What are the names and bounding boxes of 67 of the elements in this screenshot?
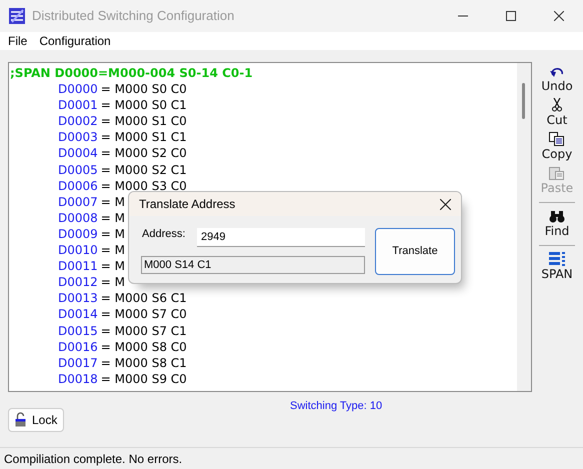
- toolbar-button[interactable]: Undo: [541, 62, 573, 94]
- address-text: D0012: [58, 274, 98, 290]
- address-text: D0008: [58, 210, 98, 226]
- close-icon[interactable]: [440, 198, 451, 210]
- mapping-text: = M: [100, 242, 126, 258]
- address-text: D0013: [58, 290, 98, 306]
- address-text: D0006: [58, 178, 98, 194]
- menu-item[interactable]: Configuration: [33, 32, 117, 50]
- dialog-title: Translate Address: [139, 196, 236, 213]
- address-text: D0002: [58, 113, 98, 130]
- address-text: D0009: [58, 226, 98, 242]
- mapping-text: = M000 S3 C0: [100, 178, 187, 194]
- menu-item[interactable]: File: [2, 32, 34, 50]
- address-text: D0004: [58, 145, 98, 162]
- copy-pages-icon: [549, 132, 564, 146]
- address-label: Address:: [142, 227, 186, 242]
- scrollbar[interactable]: [517, 63, 531, 391]
- address-text: D0014: [58, 306, 98, 322]
- address-text: D0010: [58, 242, 98, 258]
- undo-arrow-icon: [550, 68, 564, 78]
- address-text: D0003: [58, 129, 98, 146]
- mapping-text: = M000 S1 C0: [100, 113, 187, 130]
- switching-type-label: Switching Type: 10: [290, 399, 382, 414]
- padlock-icon: [15, 412, 26, 427]
- address-text: D0005: [58, 162, 98, 178]
- mapping-text: = M000 S0 C1: [100, 97, 187, 114]
- status-text: Compiliation complete. No errors.: [4, 450, 182, 468]
- mapping-text: = M000 S1 C1: [100, 129, 187, 146]
- toolbar-button[interactable]: SPAN: [541, 250, 573, 282]
- mapping-text: = M000 S0 C0: [100, 81, 187, 98]
- address-text: D0001: [58, 97, 98, 114]
- toolbar-button[interactable]: Find: [544, 207, 570, 239]
- lock-button[interactable]: Lock: [8, 408, 64, 432]
- binoculars-icon: [549, 210, 565, 223]
- clipboard-icon: [549, 166, 564, 180]
- mapping-text: = M: [100, 194, 126, 210]
- close-icon[interactable]: [554, 11, 564, 21]
- toolbar-button[interactable]: Cut: [546, 96, 568, 128]
- toolbar-button[interactable]: Copy: [542, 130, 572, 162]
- address-field[interactable]: 2949: [197, 228, 365, 247]
- address-text: D0018: [58, 370, 98, 387]
- window-title: Distributed Switching Configuration: [32, 7, 234, 26]
- address-text: D0011: [58, 258, 98, 274]
- translate-button[interactable]: Translate: [375, 228, 455, 275]
- app-icon: [8, 7, 26, 25]
- mapping-text: = M000 S2 C1: [100, 162, 187, 178]
- mapping-text: = M: [100, 258, 126, 274]
- maximize-icon[interactable]: [506, 11, 516, 21]
- mapping-text: = M000 S8 C0: [100, 338, 187, 355]
- span-directive: ;SPAN D0000=M000-004 S0-14 C0-1: [10, 65, 253, 82]
- scissors-icon: [552, 98, 562, 112]
- address-text: D0015: [58, 322, 98, 339]
- address-text: D0000: [58, 81, 98, 98]
- mapping-text: = M000 S9 C0: [100, 370, 187, 387]
- mapping-text: = M000 S8 C1: [100, 354, 187, 371]
- grid-icon: [549, 252, 565, 266]
- mapping-text: = M000 S7 C0: [100, 306, 187, 322]
- mapping-text: = M: [100, 226, 126, 242]
- mapping-text: = M: [100, 210, 126, 226]
- mapping-text: = M: [100, 274, 126, 290]
- mapping-text: = M000 S6 C1: [100, 290, 187, 306]
- address-text: D0007: [58, 194, 98, 210]
- result-field: M000 S14 C1: [141, 256, 365, 274]
- mapping-text: = M000 S7 C1: [100, 322, 187, 339]
- mapping-text: = M000 S2 C0: [100, 145, 187, 162]
- address-text: D0017: [58, 354, 98, 371]
- address-text: D0016: [58, 338, 98, 355]
